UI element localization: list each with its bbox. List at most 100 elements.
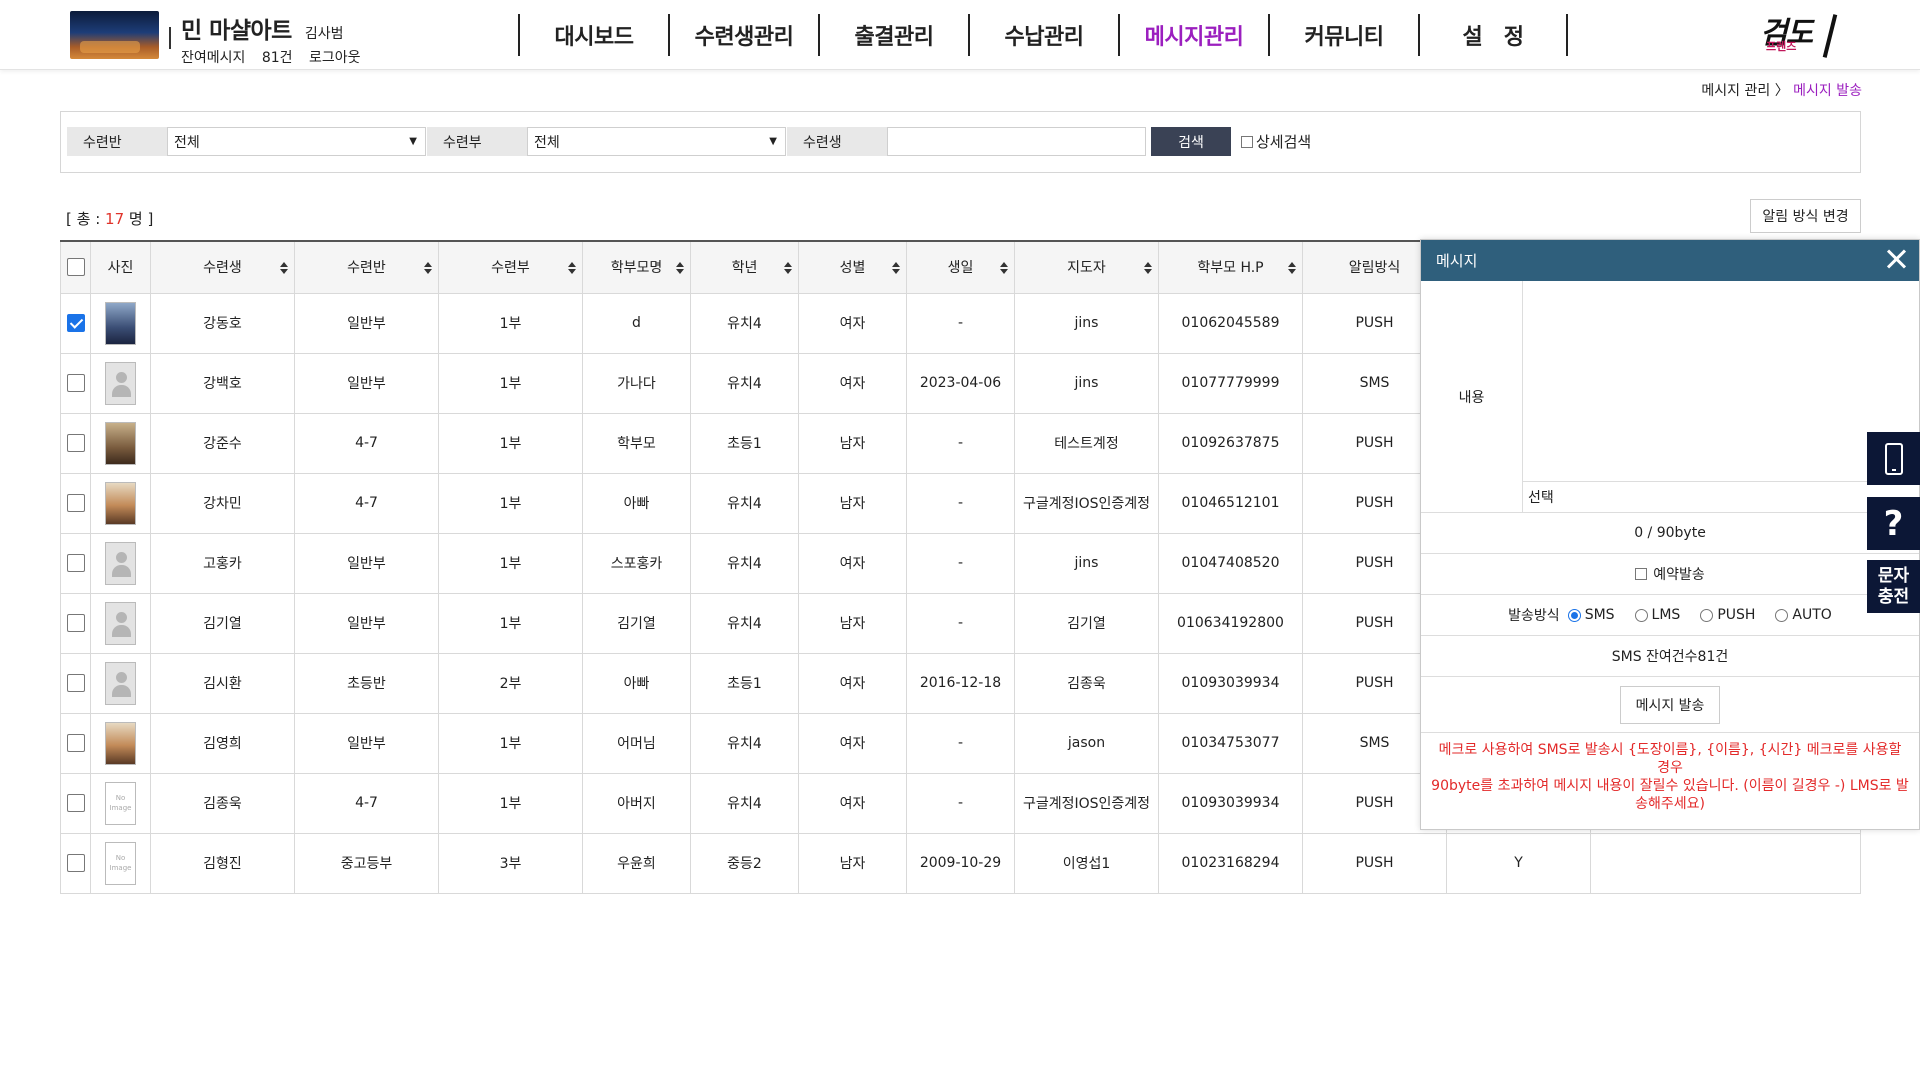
row-checkbox[interactable] [66, 374, 85, 392]
method-row: 발송방식 SMS LMS PUSH AUTO [1421, 595, 1919, 636]
col-class[interactable]: 수련반 [294, 241, 439, 294]
mobile-button[interactable] [1867, 432, 1920, 485]
cell-birth: 2009-10-29 [906, 832, 1015, 894]
content-area: 선택 [1523, 281, 1919, 512]
student-label: 수련생 [787, 127, 887, 156]
row-checkbox[interactable] [66, 494, 85, 512]
cell-gender: 여자 [798, 292, 907, 354]
message-panel-header: 메시지 [1421, 240, 1919, 281]
cell-phone: 01077779999 [1158, 352, 1303, 414]
sort-icon[interactable] [1144, 262, 1152, 274]
row-checkbox[interactable] [66, 314, 85, 332]
row-photo-cell [90, 352, 151, 414]
nav-payment[interactable]: 수납관리 [968, 14, 1118, 56]
row-checkbox-cell [60, 712, 91, 774]
row-checkbox[interactable] [66, 854, 85, 872]
sms-charge-button[interactable]: 문자 충전 [1867, 560, 1920, 613]
nav-dashboard[interactable]: 대시보드 [518, 14, 668, 56]
student-photo[interactable] [105, 601, 136, 645]
row-checkbox-cell [60, 592, 91, 654]
student-input[interactable] [887, 127, 1146, 156]
cell-coach: jins [1014, 352, 1159, 414]
row-photo-cell [90, 532, 151, 594]
student-photo[interactable]: No Image [105, 781, 136, 825]
table-row[interactable]: No Image 김형진 중고등부 3부 우윤희 중등2 남자 2009-10-29 이영섭1 0… [60, 832, 1861, 894]
remaining-label: 잔여메시지 [181, 50, 246, 66]
cell-class: 초등반 [294, 652, 439, 714]
remaining-count: 81건 [261, 50, 293, 66]
col-part[interactable]: 수련부 [438, 241, 583, 294]
row-checkbox[interactable] [66, 794, 85, 812]
class-select[interactable]: 전체 ▼ [167, 127, 426, 156]
sort-icon[interactable] [1000, 262, 1008, 274]
col-parent-label: 학부모명 [610, 260, 663, 277]
message-textarea[interactable] [1523, 281, 1919, 482]
radio-push[interactable] [1700, 608, 1714, 622]
help-button[interactable]: ? [1867, 497, 1920, 550]
nav-attendance[interactable]: 출결관리 [818, 14, 968, 56]
cell-phone: 01023168294 [1158, 832, 1303, 894]
change-notify-method-button[interactable]: 알림 방식 변경 [1750, 199, 1861, 233]
cell-birth: - [906, 532, 1015, 594]
academy-name: 민 마샬아트 [181, 18, 292, 44]
row-checkbox[interactable] [66, 554, 85, 572]
cell-parent: 스포홍카 [582, 532, 691, 594]
nav-students[interactable]: 수련생관리 [668, 14, 818, 56]
macro-select[interactable]: 선택 [1523, 482, 1919, 512]
col-coach[interactable]: 지도자 [1014, 241, 1159, 294]
col-gender[interactable]: 성별 [798, 241, 907, 294]
academy-photo[interactable] [70, 11, 159, 59]
student-photo[interactable] [105, 361, 136, 405]
close-icon[interactable] [1883, 246, 1909, 272]
sort-icon[interactable] [1288, 262, 1296, 274]
student-photo[interactable] [105, 481, 136, 525]
nav-messages[interactable]: 메시지관리 [1118, 14, 1268, 56]
row-photo-cell [90, 652, 151, 714]
cell-parent: 어머님 [582, 712, 691, 774]
col-name[interactable]: 수련생 [150, 241, 295, 294]
kendo-friends-logo[interactable]: 검도 프렌즈 [1760, 8, 1842, 60]
col-phone[interactable]: 학부모 H.P [1158, 241, 1303, 294]
row-checkbox[interactable] [66, 734, 85, 752]
sort-icon[interactable] [676, 262, 684, 274]
cell-phone: 01093039934 [1158, 772, 1303, 834]
sort-icon[interactable] [568, 262, 576, 274]
sort-icon[interactable] [280, 262, 288, 274]
detail-search-checkbox[interactable]: 상세검색 [1241, 131, 1311, 152]
logout-link[interactable]: 로그아웃 [309, 50, 361, 66]
cell-coach: 김기열 [1014, 592, 1159, 654]
reserve-checkbox[interactable] [1635, 568, 1648, 580]
row-checkbox[interactable] [66, 674, 85, 692]
col-parent[interactable]: 학부모명 [582, 241, 691, 294]
sort-icon[interactable] [424, 262, 432, 274]
col-grade[interactable]: 학년 [690, 241, 799, 294]
student-photo[interactable] [105, 661, 136, 705]
col-birth[interactable]: 생일 [906, 241, 1015, 294]
sort-icon[interactable] [892, 262, 900, 274]
nav-community[interactable]: 커뮤니티 [1268, 14, 1418, 56]
radio-lms[interactable] [1634, 608, 1648, 622]
student-photo[interactable] [105, 541, 136, 585]
cell-empty [1590, 832, 1861, 894]
select-all-checkbox[interactable] [66, 258, 85, 277]
nav-settings[interactable]: 설 정 [1418, 14, 1568, 56]
cell-parent: 학부모 [582, 412, 691, 474]
cell-name: 김기열 [150, 592, 295, 654]
breadcrumb-parent[interactable]: 메시지 관리 [1701, 83, 1770, 99]
cell-phone: 01047408520 [1158, 532, 1303, 594]
student-photo[interactable] [105, 421, 136, 465]
student-photo[interactable] [105, 301, 136, 345]
row-checkbox[interactable] [66, 614, 85, 632]
checkbox-icon[interactable] [1241, 135, 1253, 148]
sort-icon[interactable] [784, 262, 792, 274]
student-photo[interactable] [105, 721, 136, 765]
search-button[interactable]: 검색 [1151, 127, 1231, 156]
send-message-button[interactable]: 메시지 발송 [1620, 685, 1720, 724]
row-checkbox[interactable] [66, 434, 85, 452]
row-checkbox-cell [60, 652, 91, 714]
student-photo[interactable]: No Image [105, 841, 136, 885]
radio-auto[interactable] [1775, 608, 1789, 622]
radio-sms[interactable] [1567, 608, 1581, 622]
part-select[interactable]: 전체 ▼ [527, 127, 786, 156]
row-photo-cell [90, 592, 151, 654]
